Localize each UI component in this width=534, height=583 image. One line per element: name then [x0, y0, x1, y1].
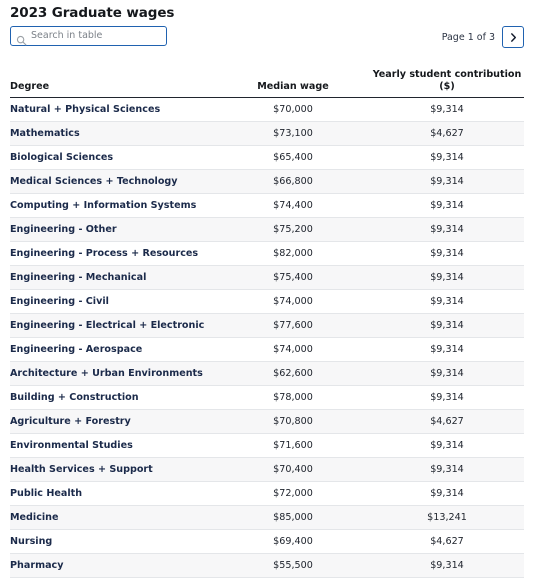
cell-degree: Medicine — [10, 505, 216, 530]
cell-median-wage: $75,200 — [216, 217, 370, 242]
cell-contribution: $9,314 — [370, 217, 524, 242]
cell-median-wage: $75,400 — [216, 265, 370, 290]
cell-contribution: $9,314 — [370, 553, 524, 578]
cell-median-wage: $78,000 — [216, 385, 370, 410]
table-row: Medical Sciences + Technology $66,800 $9,3… — [10, 169, 524, 194]
cell-median-wage: $66,800 — [216, 169, 370, 194]
cell-degree: Health Services + Support — [10, 457, 216, 482]
cell-degree: Natural + Physical Sciences — [10, 97, 216, 122]
cell-contribution: $9,314 — [370, 481, 524, 506]
cell-contribution: $9,314 — [370, 385, 524, 410]
cell-contribution: $9,314 — [370, 361, 524, 386]
search-icon — [16, 31, 27, 45]
table-row: Pharmacy $55,500 $9,314 — [10, 553, 524, 578]
search-field[interactable] — [10, 26, 167, 46]
table-row: Engineering - Process + Resources $82,000… — [10, 241, 524, 266]
cell-median-wage: $69,400 — [216, 529, 370, 554]
cell-degree: Engineering - Electrical + Electronic — [10, 313, 216, 338]
table-header-row: Degree Median wage Yearly student contri… — [10, 69, 524, 98]
cell-median-wage: $71,600 — [216, 433, 370, 458]
cell-degree: Mathematics — [10, 121, 216, 146]
cell-degree: Nursing — [10, 529, 216, 554]
table-row: Public Health $72,000 $9,314 — [10, 481, 524, 506]
page-title: 2023 Graduate wages — [10, 5, 175, 21]
cell-degree: Building + Construction — [10, 385, 216, 410]
pagination-controls: Page 1 of 3 — [442, 26, 524, 48]
cell-median-wage: $77,600 — [216, 313, 370, 338]
table-row: Natural + Physical Sciences $70,000 $9,314 — [10, 97, 524, 122]
cell-median-wage: $73,100 — [216, 121, 370, 146]
table-body: Natural + Physical Sciences $70,000 $9,314… — [10, 97, 524, 578]
cell-median-wage: $74,000 — [216, 337, 370, 362]
table-row: Health Services + Support $70,400 $9,314 — [10, 457, 524, 482]
cell-median-wage: $70,800 — [216, 409, 370, 434]
next-page-button[interactable] — [502, 26, 524, 48]
graduate-wages-table: Degree Median wage Yearly student contri… — [10, 69, 524, 578]
table-row: Architecture + Urban Environments $62,600… — [10, 361, 524, 386]
graduate-wages-page: 2023 Graduate wages Page 1 of 3 — [0, 0, 534, 583]
cell-median-wage: $62,600 — [216, 361, 370, 386]
cell-contribution: $9,314 — [370, 169, 524, 194]
cell-contribution: $9,314 — [370, 265, 524, 290]
cell-contribution: $4,627 — [370, 529, 524, 554]
cell-median-wage: $74,000 — [216, 289, 370, 314]
cell-contribution: $9,314 — [370, 289, 524, 314]
cell-degree: Engineering - Civil — [10, 289, 216, 314]
cell-contribution: $9,314 — [370, 97, 524, 122]
cell-median-wage: $82,000 — [216, 241, 370, 266]
table-row: Building + Construction $78,000 $9,314 — [10, 385, 524, 410]
table-row: Agriculture + Forestry $70,800 $4,627 — [10, 409, 524, 434]
table-row: Engineering - Other $75,200 $9,314 — [10, 217, 524, 242]
table-row: Engineering - Mechanical $75,400 $9,314 — [10, 265, 524, 290]
cell-contribution: $9,314 — [370, 433, 524, 458]
table-row: Biological Sciences $65,400 $9,314 — [10, 145, 524, 170]
column-header-contribution-line2: ($) — [439, 81, 455, 92]
column-header-contribution: Yearly student contribution ($) — [370, 69, 524, 98]
cell-degree: Computing + Information Systems — [10, 193, 216, 218]
cell-degree: Medical Sciences + Technology — [10, 169, 216, 194]
cell-median-wage: $72,000 — [216, 481, 370, 506]
table-row: Medicine $85,000 $13,241 — [10, 505, 524, 530]
cell-degree: Pharmacy — [10, 553, 216, 578]
column-header-degree: Degree — [10, 69, 216, 98]
cell-degree: Public Health — [10, 481, 216, 506]
table-row: Environmental Studies $71,600 $9,314 — [10, 433, 524, 458]
cell-contribution: $9,314 — [370, 337, 524, 362]
table-header: Degree Median wage Yearly student contri… — [10, 69, 524, 98]
table-row: Engineering - Civil $74,000 $9,314 — [10, 289, 524, 314]
table-row: Computing + Information Systems $74,400 $9… — [10, 193, 524, 218]
cell-median-wage: $55,500 — [216, 553, 370, 578]
cell-contribution: $4,627 — [370, 409, 524, 434]
table-row: Engineering - Electrical + Electronic $77… — [10, 313, 524, 338]
search-input[interactable] — [31, 28, 161, 44]
cell-contribution: $4,627 — [370, 121, 524, 146]
cell-contribution: $13,241 — [370, 505, 524, 530]
cell-median-wage: $85,000 — [216, 505, 370, 530]
pagination-label: Page 1 of 3 — [441, 31, 495, 43]
cell-degree: Engineering - Aerospace — [10, 337, 216, 362]
cell-median-wage: $70,400 — [216, 457, 370, 482]
cell-degree: Engineering - Mechanical — [10, 265, 216, 290]
column-header-contribution-line1: Yearly student contribution — [372, 69, 522, 80]
cell-contribution: $9,314 — [370, 457, 524, 482]
cell-degree: Architecture + Urban Environments — [10, 361, 216, 386]
cell-median-wage: $70,000 — [216, 97, 370, 122]
column-header-median-wage: Median wage — [216, 69, 370, 98]
cell-median-wage: $65,400 — [216, 145, 370, 170]
cell-contribution: $9,314 — [370, 313, 524, 338]
table-toolbar: Page 1 of 3 — [10, 26, 524, 56]
table-row: Engineering - Aerospace $74,000 $9,314 — [10, 337, 524, 362]
chevron-right-icon — [508, 32, 519, 43]
cell-median-wage: $74,400 — [216, 193, 370, 218]
cell-degree: Agriculture + Forestry — [10, 409, 216, 434]
table-row: Nursing $69,400 $4,627 — [10, 529, 524, 554]
table-row: Mathematics $73,100 $4,627 — [10, 121, 524, 146]
cell-degree: Environmental Studies — [10, 433, 216, 458]
cell-contribution: $9,314 — [370, 193, 524, 218]
cell-contribution: $9,314 — [370, 241, 524, 266]
cell-degree: Engineering - Other — [10, 217, 216, 242]
cell-degree: Engineering - Process + Resources — [10, 241, 216, 266]
cell-contribution: $9,314 — [370, 145, 524, 170]
cell-degree: Biological Sciences — [10, 145, 216, 170]
